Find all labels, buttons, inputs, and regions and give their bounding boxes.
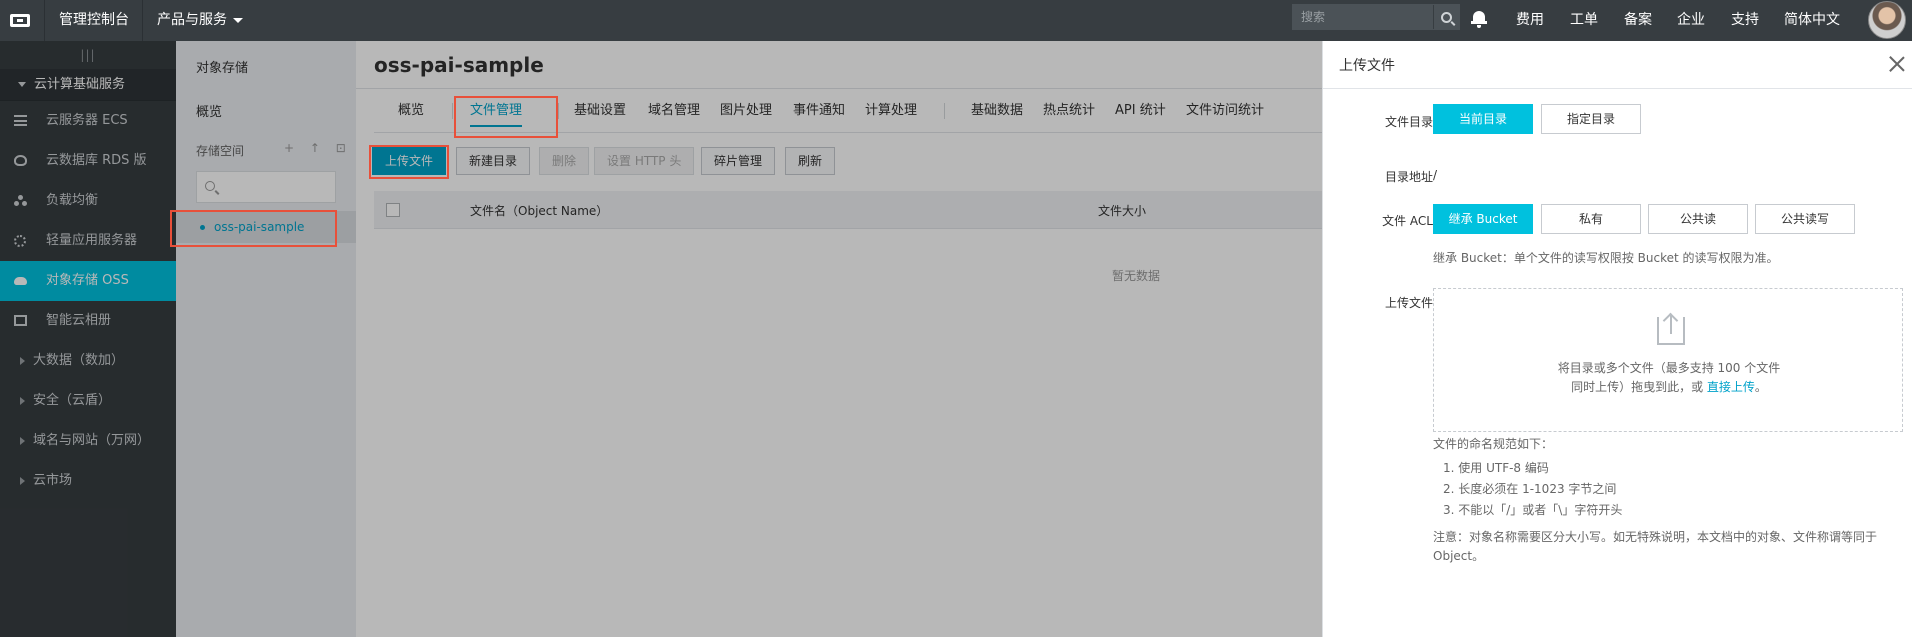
highlight-upload-button xyxy=(369,145,449,179)
directory-address-label: 目录地址 xyxy=(1384,170,1433,184)
console-home-link[interactable]: 管理控制台 xyxy=(44,0,143,41)
directory-address-value: / xyxy=(1433,168,1438,182)
upload-icon xyxy=(1657,314,1685,345)
dropzone-text: 同时上传）拖曳到此，或 xyxy=(1571,380,1704,394)
dropzone-text-line1: 将目录或多个文件（最多支持 100 个文件 xyxy=(1557,361,1781,375)
products-menu[interactable]: 产品与服务 xyxy=(142,0,257,41)
naming-rule-item: 2. 长度必须在 1-1023 字节之间 xyxy=(1443,482,1617,496)
chevron-down-icon xyxy=(233,17,243,23)
upload-dropzone[interactable]: 将目录或多个文件（最多支持 100 个文件 同时上传）拖曳到此，或 直接上传。 xyxy=(1433,288,1903,432)
acl-label: 文件 ACL xyxy=(1382,214,1433,228)
upload-label: 上传文件 xyxy=(1384,296,1433,310)
drawer-header: 上传文件 xyxy=(1323,41,1912,89)
dropzone-text-line2: 同时上传）拖曳到此，或 直接上传。 xyxy=(1434,378,1904,395)
direct-upload-link[interactable]: 直接上传 xyxy=(1707,380,1755,394)
upload-file-drawer: 上传文件 文件目录 当前目录 指定目录 目录地址 / 文件 ACL 继承 Buc… xyxy=(1322,41,1912,637)
directory-label: 文件目录 xyxy=(1384,115,1433,129)
aliyun-logo-icon[interactable] xyxy=(0,0,40,41)
tickets-link[interactable]: 工单 xyxy=(1570,0,1598,41)
case-sensitivity-note-line1: 注意：对象名称需要区分大小写。如无特殊说明，本文档中的对象、文件称谓等同于 xyxy=(1433,530,1878,544)
acl-private-option[interactable]: 私有 xyxy=(1541,204,1641,234)
search-icon xyxy=(1441,11,1452,23)
language-switch[interactable]: 简体中文 xyxy=(1784,0,1840,41)
close-icon[interactable] xyxy=(1888,55,1906,73)
acl-hint-text: 继承 Bucket：单个文件的读写权限按 Bucket 的读写权限为准。 xyxy=(1433,251,1779,265)
top-navigation-bar: 管理控制台 产品与服务 费用 工单 备案 企业 支持 简体中文 xyxy=(0,0,1912,41)
naming-rule-item: 3. 不能以「/」或者「\」字符开头 xyxy=(1443,503,1623,517)
billing-link[interactable]: 费用 xyxy=(1516,0,1544,41)
user-avatar[interactable] xyxy=(1868,1,1906,39)
highlight-file-management-tab xyxy=(454,96,558,138)
current-directory-option[interactable]: 当前目录 xyxy=(1433,104,1533,134)
enterprise-link[interactable]: 企业 xyxy=(1677,0,1705,41)
drawer-title: 上传文件 xyxy=(1339,58,1395,74)
support-link[interactable]: 支持 xyxy=(1731,0,1759,41)
icp-filing-link[interactable]: 备案 xyxy=(1624,0,1652,41)
modal-overlay-mask[interactable] xyxy=(0,41,1322,637)
acl-public-read-write-option[interactable]: 公共读写 xyxy=(1755,204,1855,234)
dropzone-text-end: 。 xyxy=(1754,380,1767,394)
naming-rules-title: 文件的命名规范如下： xyxy=(1433,437,1554,451)
acl-inherit-option[interactable]: 继承 Bucket xyxy=(1433,204,1533,234)
case-sensitivity-note-line2: Object。 xyxy=(1433,549,1485,563)
highlight-bucket-item xyxy=(170,210,337,247)
search-input[interactable] xyxy=(1293,5,1431,29)
acl-public-read-option[interactable]: 公共读 xyxy=(1648,204,1748,234)
global-search xyxy=(1292,4,1460,30)
products-menu-label: 产品与服务 xyxy=(157,12,227,28)
specified-directory-option[interactable]: 指定目录 xyxy=(1541,104,1641,134)
naming-rule-item: 1. 使用 UTF-8 编码 xyxy=(1443,461,1549,475)
notification-bell-icon[interactable] xyxy=(1470,9,1488,29)
search-button[interactable] xyxy=(1433,5,1459,29)
